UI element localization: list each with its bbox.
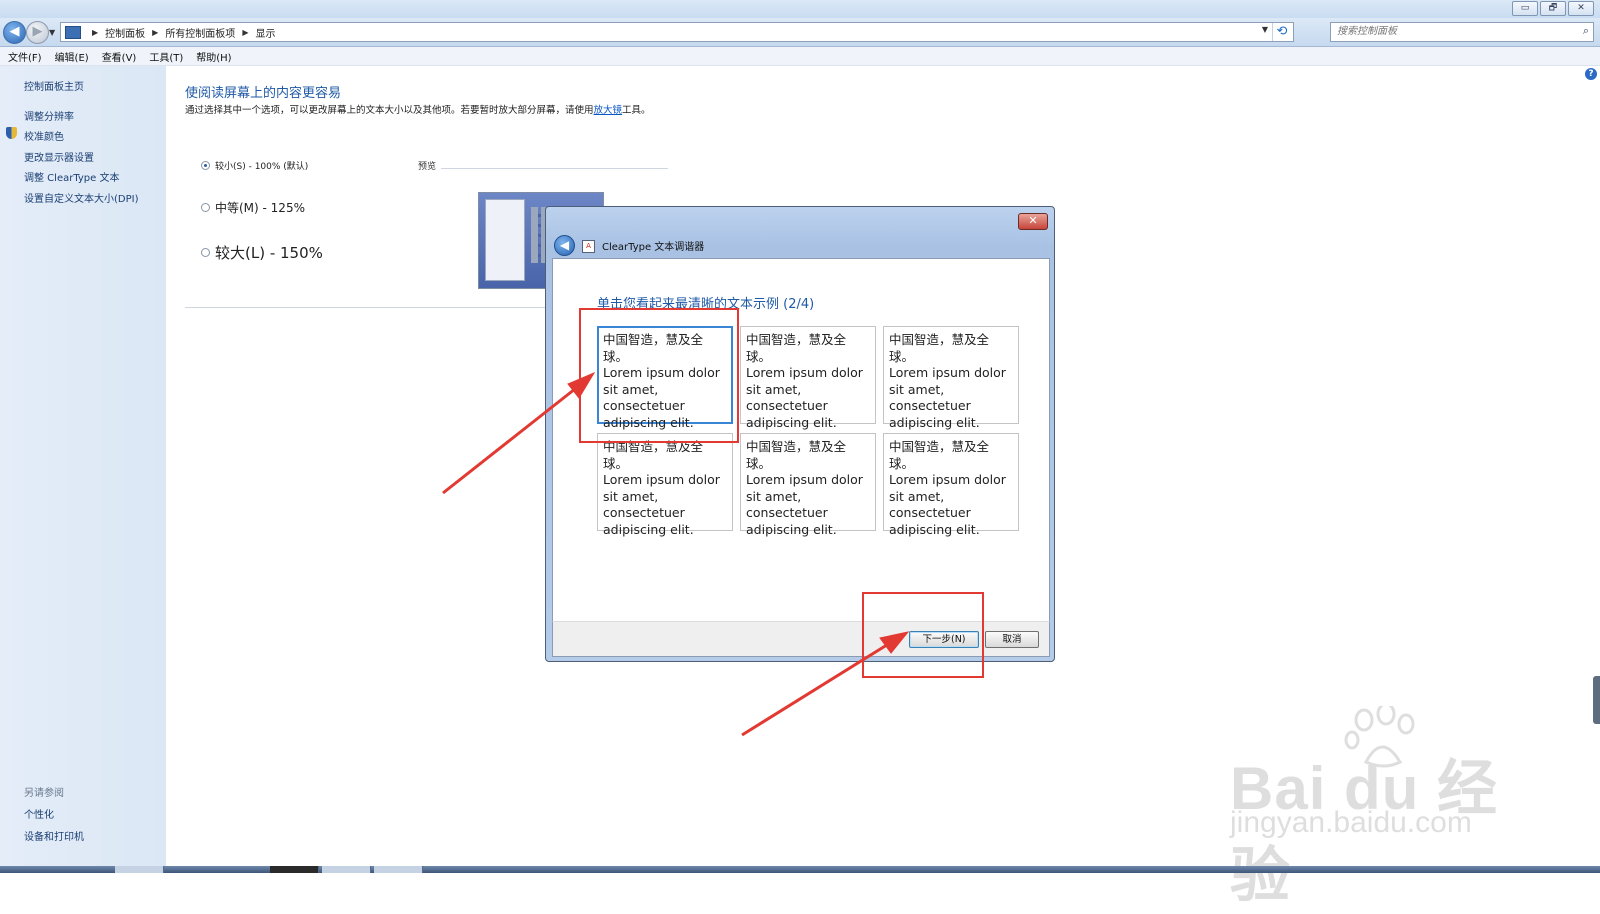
option-larger[interactable]: 较大(L) - 150% [201, 242, 323, 263]
dialog-title: ClearType 文本调谐器 [602, 242, 705, 253]
control-panel-icon [65, 25, 81, 39]
chevron-right-icon[interactable]: ▶ [92, 28, 98, 37]
text-sample-4[interactable]: 中国智造，慧及全球。 Lorem ipsum dolor sit amet, c… [597, 433, 733, 537]
option-medium-label: 中等(M) - 125% [215, 201, 305, 215]
address-dropdown-icon[interactable]: ▼ [1262, 25, 1268, 34]
radio-unselected[interactable] [201, 203, 210, 212]
back-arrow-icon[interactable]: ◀ [554, 235, 575, 256]
see-also-title: 另请参阅 [24, 788, 64, 799]
minimize-button[interactable]: ▭ [1512, 1, 1538, 16]
taskbar-item[interactable] [115, 866, 164, 873]
menu-bar: 文件(F) 编辑(E) 查看(V) 工具(T) 帮助(H) [0, 47, 1600, 66]
radio-unselected[interactable] [201, 248, 210, 257]
menu-view[interactable]: 查看(V) [102, 49, 137, 64]
breadcrumb-control-panel[interactable]: 控制面板 [105, 25, 145, 40]
help-icon[interactable]: ? [1585, 68, 1597, 80]
radio-selected[interactable] [201, 161, 210, 170]
watermark-url: jingyan.baidu.com [1230, 806, 1472, 839]
title-bar: ▭ 🗗 ✕ [0, 0, 1600, 18]
page-title: 使阅读屏幕上的内容更容易 [185, 86, 342, 101]
sidebar-item-resolution[interactable]: 调整分辨率 [24, 108, 74, 123]
cancel-button[interactable]: 取消 [985, 631, 1039, 648]
preview-label: 预览 [418, 162, 437, 172]
sidebar-item-cleartype[interactable]: 调整 ClearType 文本 [24, 169, 119, 184]
text-sample-6[interactable]: 中国智造，慧及全球。 Lorem ipsum dolor sit amet, c… [883, 433, 1019, 537]
chevron-right-icon[interactable]: ▶ [152, 28, 158, 37]
address-toolbar: ◀ ▶ ▼ ▶ 控制面板 ▶ 所有控制面板项 ▶ 显示 ▼ ⟲ ⌕ [0, 18, 1600, 47]
cleartype-app-icon: A [582, 240, 595, 253]
breadcrumb-display[interactable]: 显示 [255, 25, 275, 40]
preview-window-pane [485, 199, 525, 281]
taskbar [0, 866, 1600, 873]
restore-button[interactable]: 🗗 [1540, 1, 1566, 16]
sidebar-item-devices-printers[interactable]: 设备和打印机 [24, 828, 84, 843]
page-description: 通过选择其中一个选项，可以更改屏幕上的文本大小以及其他项。若要暂时放大部分屏幕，… [185, 103, 655, 118]
sidebar-item-personalize[interactable]: 个性化 [24, 806, 54, 821]
taskbar-item[interactable] [322, 866, 371, 873]
uac-shield-icon [6, 127, 17, 139]
option-smaller-label: 较小(S) - 100% (默认) [215, 162, 309, 172]
option-larger-label: 较大(L) - 150% [215, 244, 323, 262]
forward-arrow-icon[interactable]: ▶ [26, 21, 49, 44]
text-sample-2[interactable]: 中国智造，慧及全球。 Lorem ipsum dolor sit amet, c… [740, 326, 876, 430]
sidebar-item-calibrate-color[interactable]: 校准颜色 [24, 128, 64, 143]
description-suffix: 工具。 [622, 105, 651, 116]
chevron-right-icon[interactable]: ▶ [242, 28, 248, 37]
magnifier-link[interactable]: 放大镜 [594, 105, 623, 116]
baidu-watermark: Bai du 经验 jingyan.baidu.com [1230, 706, 1520, 909]
description-text: 通过选择其中一个选项，可以更改屏幕上的文本大小以及其他项。若要暂时放大部分屏幕，… [185, 105, 594, 116]
taskbar-item[interactable] [374, 866, 423, 873]
menu-file[interactable]: 文件(F) [8, 49, 42, 64]
preview-divider [441, 168, 668, 169]
dialog-close-button[interactable]: ✕ [1018, 213, 1048, 230]
text-sample-3[interactable]: 中国智造，慧及全球。 Lorem ipsum dolor sit amet, c… [883, 326, 1019, 430]
sidebar-item-custom-dpi[interactable]: 设置自定义文本大小(DPI) [24, 190, 138, 205]
content-divider [185, 307, 545, 308]
address-bar[interactable]: ▶ 控制面板 ▶ 所有控制面板项 ▶ 显示 ▼ ⟲ [60, 22, 1294, 42]
back-arrow-icon[interactable]: ◀ [3, 21, 26, 44]
breadcrumb-all-items[interactable]: 所有控制面板项 [165, 25, 235, 40]
taskbar-item[interactable] [270, 866, 319, 873]
annotation-box-sample [579, 308, 739, 443]
left-nav-pane [0, 66, 166, 866]
sidebar-item-display-settings[interactable]: 更改显示器设置 [24, 149, 94, 164]
refresh-icon[interactable]: ⟲ [1272, 23, 1291, 41]
menu-tools[interactable]: 工具(T) [149, 49, 183, 64]
recent-pages-dropdown-icon[interactable]: ▼ [49, 28, 55, 37]
option-smaller[interactable]: 较小(S) - 100% (默认) [201, 159, 308, 172]
annotation-box-next [862, 592, 984, 678]
close-window-button[interactable]: ✕ [1568, 1, 1594, 16]
search-input[interactable] [1331, 23, 1573, 39]
side-grip [1593, 676, 1600, 724]
text-sample-5[interactable]: 中国智造，慧及全球。 Lorem ipsum dolor sit amet, c… [740, 433, 876, 537]
option-medium[interactable]: 中等(M) - 125% [201, 199, 305, 216]
window-controls: ▭ 🗗 ✕ [1512, 1, 1594, 16]
sidebar-item-home[interactable]: 控制面板主页 [24, 78, 84, 93]
search-box[interactable]: ⌕ [1330, 22, 1594, 42]
menu-help[interactable]: 帮助(H) [196, 49, 231, 64]
search-icon[interactable]: ⌕ [1583, 24, 1589, 38]
menu-edit[interactable]: 编辑(E) [55, 49, 89, 64]
